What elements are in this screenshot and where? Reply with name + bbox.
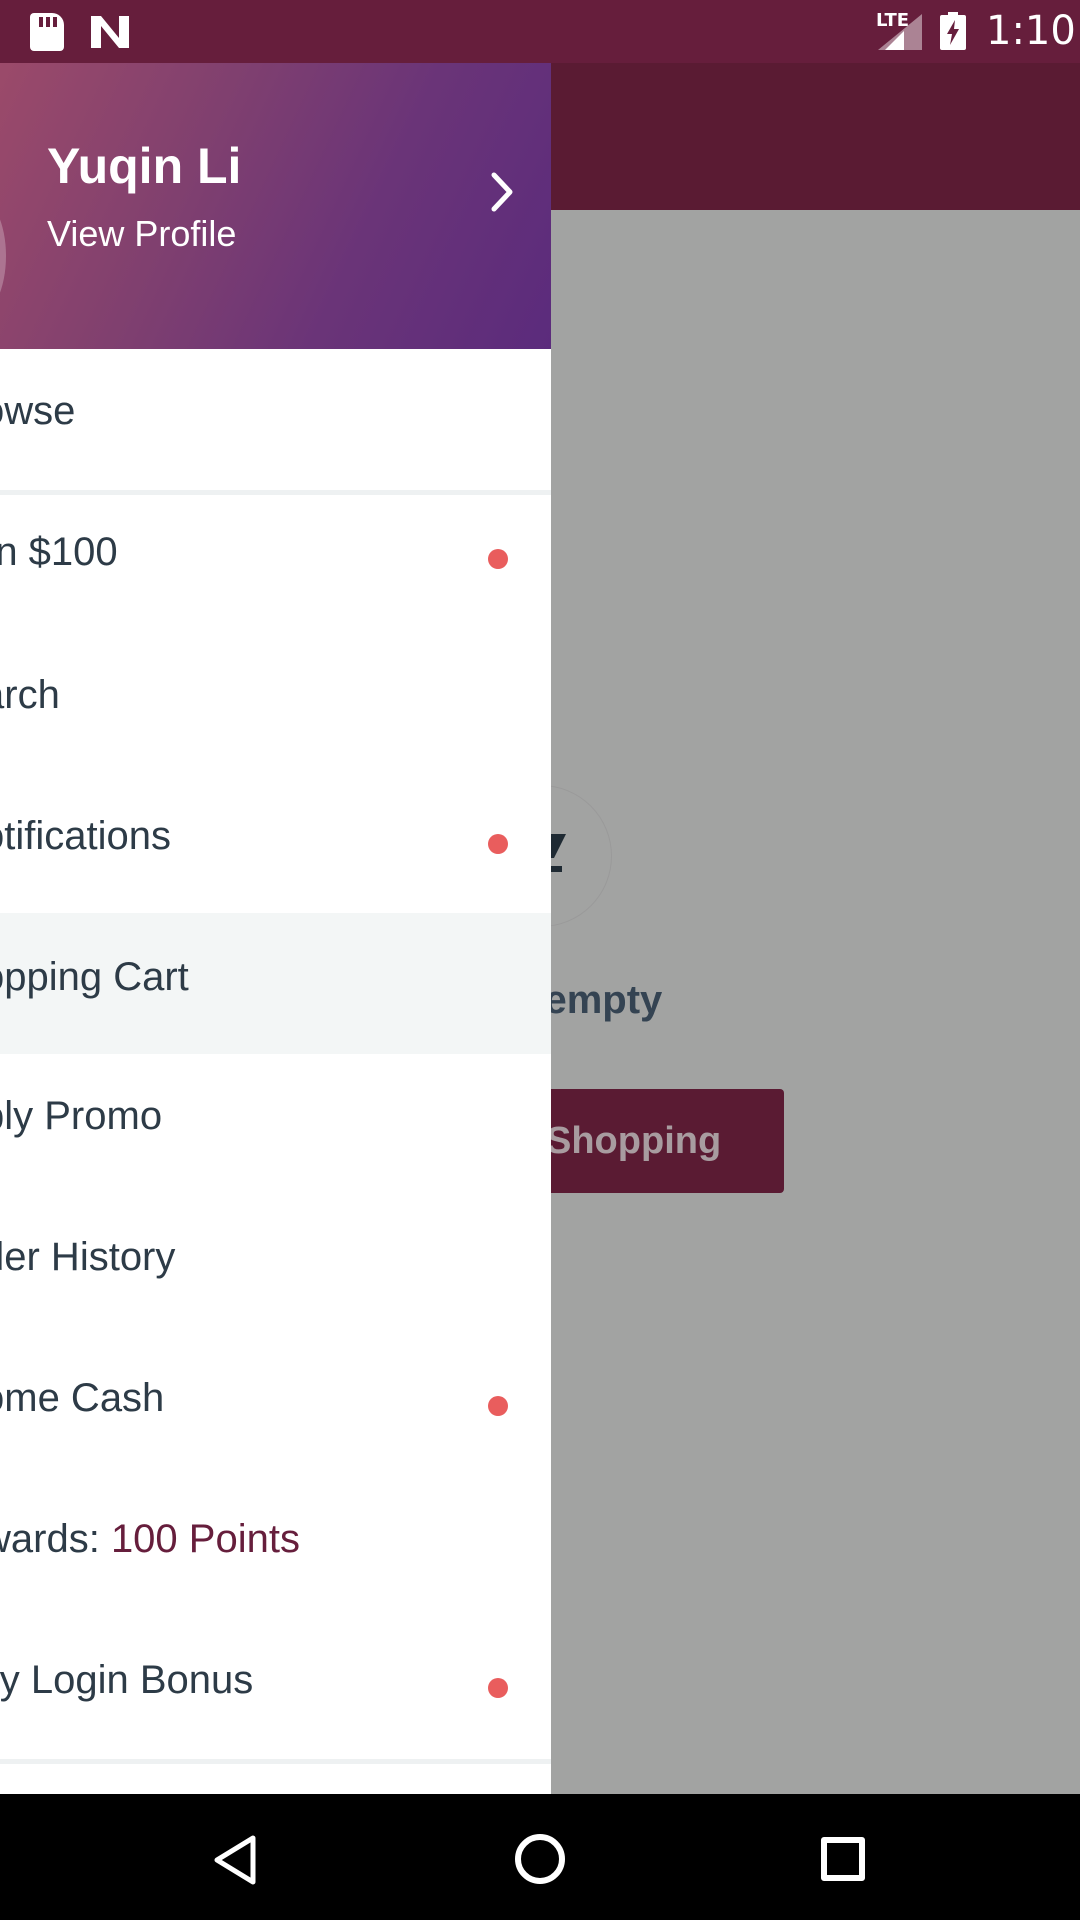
notification-badge <box>488 1396 508 1416</box>
status-bar: LTE 1:10 <box>0 0 1080 63</box>
navigation-drawer: Yuqin Li View Profile owse rn $100 arch … <box>0 63 551 1794</box>
menu-item-order-history[interactable]: der History <box>0 1195 551 1336</box>
notification-badge <box>488 1678 508 1698</box>
menu-item-daily-login-bonus[interactable]: ily Login Bonus <box>0 1618 551 1759</box>
menu-item-label: ply Promo <box>0 1094 163 1138</box>
menu-item-apply-promo[interactable]: ply Promo <box>0 1054 551 1195</box>
clock: 1:10 <box>986 8 1076 54</box>
continue-shopping-label: Shopping <box>546 1120 722 1162</box>
profile-name: Yuqin Li <box>47 138 242 194</box>
home-icon[interactable] <box>515 1834 565 1884</box>
notification-badge <box>488 834 508 854</box>
signal-icon <box>878 14 922 50</box>
recents-icon[interactable] <box>821 1837 865 1881</box>
avatar <box>0 196 6 316</box>
menu-item-earn[interactable]: rn $100 <box>0 495 551 636</box>
menu-item-label: der History <box>0 1235 176 1279</box>
back-icon[interactable] <box>213 1834 257 1886</box>
n-logo-icon <box>91 16 129 48</box>
sd-card-icon <box>30 13 64 51</box>
battery-charging-icon <box>940 12 966 50</box>
menu-item-label: wards: 100 Points <box>0 1517 300 1562</box>
profile-header[interactable]: Yuqin Li View Profile <box>0 63 551 349</box>
menu-item-home-cash[interactable]: ome Cash <box>0 1336 551 1477</box>
system-navigation-bar <box>0 1794 1080 1920</box>
menu-item-notifications[interactable]: otifications <box>0 774 551 915</box>
menu-item-label: otifications <box>0 814 171 858</box>
notification-badge <box>488 549 508 569</box>
menu-divider <box>0 1759 551 1764</box>
view-profile-link[interactable]: View Profile <box>47 213 236 255</box>
chevron-right-icon[interactable] <box>488 169 518 215</box>
rewards-points: 100 Points <box>110 1517 300 1561</box>
rewards-label: wards: <box>0 1517 100 1561</box>
menu-item-rewards[interactable]: wards: 100 Points <box>0 1477 551 1618</box>
menu-item-label: opping Cart <box>0 955 189 999</box>
menu-item-label: rn $100 <box>0 530 118 574</box>
menu-item-browse[interactable]: owse <box>0 349 551 490</box>
menu-item-label: ily Login Bonus <box>0 1658 254 1702</box>
menu-item-label: arch <box>0 673 60 717</box>
menu-item-label: ome Cash <box>0 1376 165 1420</box>
menu-item-label: owse <box>0 389 76 433</box>
menu-item-search[interactable]: arch <box>0 633 551 774</box>
menu-item-shopping-cart[interactable]: opping Cart <box>0 913 551 1054</box>
